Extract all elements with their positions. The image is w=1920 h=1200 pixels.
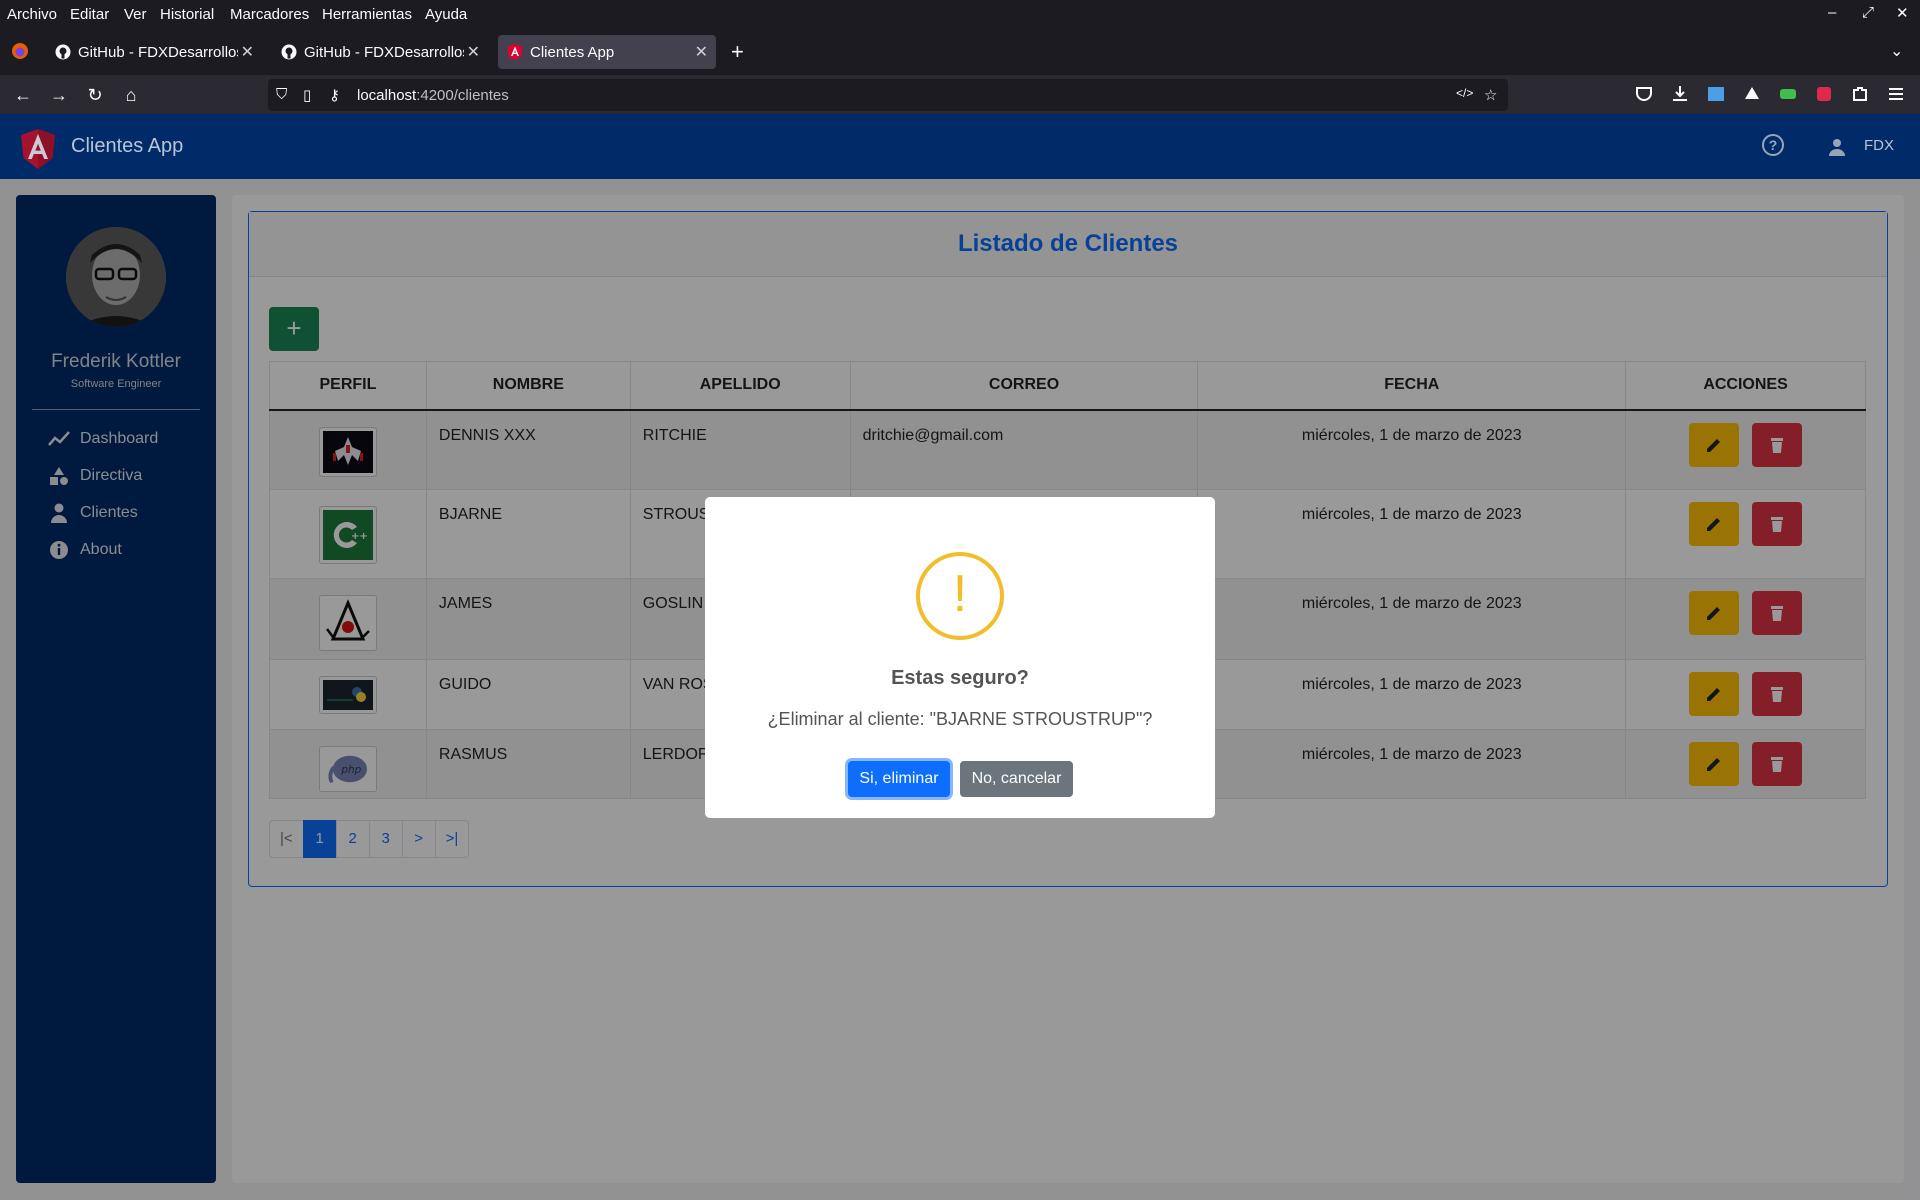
bookmark-star-icon[interactable]: ☆	[1484, 86, 1497, 104]
downloads-icon[interactable]	[1670, 84, 1690, 104]
url-host: localhost	[357, 87, 417, 104]
help-icon[interactable]: ?	[1762, 134, 1784, 156]
url-bar[interactable]: ⛉ ▯ ⚷ localhost:4200/clientes </> ☆	[268, 79, 1508, 111]
extensions-puzzle-icon[interactable]	[1850, 84, 1870, 104]
tab-github-2[interactable]: GitHub - FDXDesarrollos ✕	[272, 35, 488, 69]
menu-historial[interactable]: Historial	[160, 6, 214, 23]
extension-green-icon[interactable]	[1778, 84, 1798, 104]
tab-close-icon[interactable]: ✕	[241, 42, 254, 62]
user-name[interactable]: FDX	[1864, 137, 1894, 154]
warning-icon: !	[916, 552, 1004, 640]
home-icon[interactable]: ⌂	[120, 84, 142, 106]
restore-icon[interactable]: ⤢	[1862, 4, 1874, 21]
forward-icon[interactable]: →	[48, 84, 70, 106]
extension-red-lock-icon[interactable]	[1814, 84, 1834, 104]
browser-menubar: Archivo Editar Ver Historial Marcadores …	[0, 0, 1920, 29]
app-header: Clientes App ? FDX	[0, 114, 1920, 179]
github-icon	[55, 44, 71, 60]
close-window-icon[interactable]: ✕	[1896, 4, 1909, 22]
cancel-button[interactable]: No, cancelar	[960, 761, 1073, 797]
menu-marcadores[interactable]: Marcadores	[230, 6, 309, 23]
angular-icon	[507, 44, 523, 60]
tab-title: GitHub - FDXDesarrollos	[304, 44, 464, 61]
confirm-dialog: ! Estas seguro? ¿Eliminar al cliente: "B…	[705, 497, 1215, 818]
app-title[interactable]: Clientes App	[71, 135, 183, 158]
menu-editar[interactable]: Editar	[70, 6, 109, 23]
menu-ver[interactable]: Ver	[124, 6, 147, 23]
menu-archivo[interactable]: Archivo	[7, 6, 57, 23]
menu-ayuda[interactable]: Ayuda	[425, 6, 467, 23]
url-text[interactable]: localhost:4200/clientes	[357, 87, 509, 104]
new-tab-icon[interactable]: +	[731, 39, 744, 65]
tab-title: GitHub - FDXDesarrollos	[78, 44, 238, 61]
reader-code-icon[interactable]: </>	[1456, 86, 1473, 100]
extension-screenshot-icon[interactable]	[1706, 84, 1726, 104]
tab-close-icon[interactable]: ✕	[467, 42, 480, 62]
dialog-title: Estas seguro?	[891, 667, 1029, 689]
pocket-icon[interactable]	[1634, 84, 1654, 104]
url-path: :4200/clientes	[416, 87, 509, 104]
shield-icon[interactable]: ⛉	[276, 86, 287, 103]
list-tabs-icon[interactable]: ⌄	[1890, 41, 1903, 61]
firefox-icon[interactable]	[11, 42, 29, 60]
reload-icon[interactable]: ↻	[84, 84, 106, 106]
tab-title: Clientes App	[530, 44, 615, 61]
back-icon[interactable]: ←	[12, 84, 34, 106]
browser-navbar: ← → ↻ ⌂ ⛉ ▯ ⚷ localhost:4200/clientes </…	[0, 75, 1920, 114]
angular-logo[interactable]	[20, 129, 56, 169]
key-icon[interactable]: ⚷	[329, 86, 340, 104]
tab-close-icon[interactable]: ✕	[695, 42, 708, 62]
page-icon[interactable]: ▯	[303, 86, 311, 104]
github-icon	[281, 44, 297, 60]
tab-github-1[interactable]: GitHub - FDXDesarrollos ✕	[46, 35, 262, 69]
user-icon[interactable]	[1828, 138, 1846, 156]
confirm-delete-button[interactable]: Si, eliminar	[848, 761, 950, 797]
tab-clientes-app[interactable]: Clientes App ✕	[498, 35, 716, 69]
browser-tabbar: GitHub - FDXDesarrollos ✕ GitHub - FDXDe…	[0, 29, 1920, 75]
hamburger-menu-icon[interactable]	[1886, 84, 1906, 104]
minimize-icon[interactable]: –	[1828, 4, 1836, 21]
dialog-text: ¿Eliminar al cliente: "BJARNE STROUSTRUP…	[767, 709, 1153, 729]
warning-mark: !	[952, 565, 968, 623]
menu-herramientas[interactable]: Herramientas	[322, 6, 412, 23]
extension-bird-icon[interactable]	[1742, 84, 1762, 104]
